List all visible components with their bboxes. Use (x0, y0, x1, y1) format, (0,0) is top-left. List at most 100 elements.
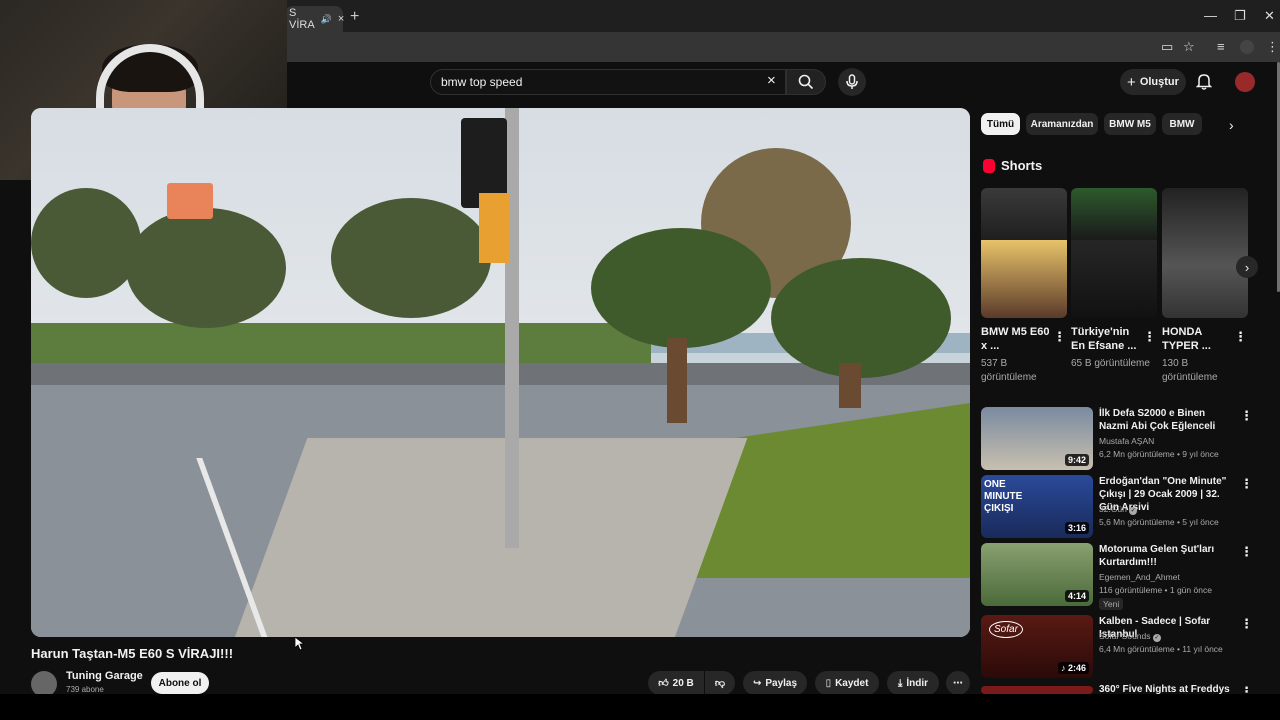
search-input[interactable]: bmw top speed (430, 69, 786, 95)
short-thumbnail[interactable] (1162, 188, 1248, 318)
duration-badge: 3:16 (1064, 522, 1089, 534)
related-menu-icon[interactable]: ⋮ (1240, 544, 1253, 560)
like-button[interactable]: 👍︎ 20 B (648, 671, 704, 695)
related-thumbnail[interactable]: 4:14 (981, 543, 1093, 606)
chip-from-search[interactable]: Aramanızdan (1026, 113, 1098, 135)
save-label: Kaydet (835, 677, 869, 689)
like-count: 20 B (672, 677, 694, 689)
window-close-icon[interactable]: ✕ (1264, 8, 1275, 24)
related-menu-icon[interactable]: ⋮ (1240, 476, 1253, 492)
video-scene-tree (31, 188, 141, 298)
related-meta: 6,4 Mn görüntüleme • 11 yıl önce (1099, 644, 1223, 654)
search-clear-icon[interactable]: × (767, 72, 776, 89)
shorts-title: Shorts (1001, 158, 1043, 173)
tab-title: S VİRA (289, 7, 315, 31)
short-title[interactable]: BMW M5 E60 x ... (981, 325, 1051, 353)
video-scene-palm-trunk (839, 363, 861, 408)
thumbnail-caption: ONE MINUTE ÇIKIŞI (984, 479, 1023, 514)
cast-icon[interactable]: ▭ (1161, 39, 1173, 55)
notifications-bell-icon[interactable] (1195, 72, 1213, 95)
chips-next-chevron-icon[interactable]: › (1229, 117, 1234, 133)
share-button[interactable]: ↪ Paylaş (743, 671, 807, 695)
related-meta: 6,2 Mn görüntüleme • 9 yıl önce (1099, 449, 1219, 459)
download-label: İndir (906, 677, 929, 689)
download-icon: ⤓ (897, 677, 903, 689)
share-label: Paylaş (765, 677, 798, 689)
duration-badge: 9:42 (1064, 454, 1089, 466)
duration-badge: 4:14 (1064, 590, 1089, 602)
bookmark-star-icon[interactable]: ☆ (1183, 39, 1195, 55)
short-thumbnail[interactable] (981, 188, 1067, 318)
short-title[interactable]: Türkiye'nin En Efsane ... (1071, 325, 1141, 353)
profile-icon[interactable] (1240, 40, 1254, 54)
shorts-header: Shorts (983, 158, 1042, 173)
related-title[interactable]: İlk Defa S2000 e Binen Nazmi Abi Çok Eğl… (1099, 407, 1234, 433)
chip-bmw-m5[interactable]: BMW M5 (1104, 113, 1156, 135)
video-scene-median (234, 438, 748, 637)
short-menu-icon[interactable]: ⋮ (1234, 329, 1247, 345)
mouse-cursor-icon (295, 637, 305, 651)
tab-audio-icon[interactable]: 🔊 (321, 14, 332, 25)
download-button[interactable]: ⤓ İndir (887, 671, 939, 695)
related-menu-icon[interactable]: ⋮ (1240, 616, 1253, 632)
restore-icon[interactable]: ❐ (1234, 8, 1246, 24)
video-scene-palm (591, 228, 771, 348)
short-menu-icon[interactable]: ⋮ (1143, 329, 1156, 345)
tab-close-icon[interactable]: × (338, 13, 344, 25)
search-button[interactable] (786, 69, 826, 95)
minimize-icon[interactable]: — (1204, 8, 1217, 23)
short-title[interactable]: HONDA TYPER ... (1162, 325, 1232, 353)
related-channel-name: 32.Gün (1099, 504, 1127, 514)
bookmark-icon: ▯ (825, 677, 832, 689)
related-channel[interactable]: Mustafa AŞAN (1099, 436, 1154, 446)
related-channel[interactable]: Sofar Sounds ✓ (1099, 631, 1161, 642)
short-menu-icon[interactable]: ⋮ (1053, 329, 1066, 345)
video-player[interactable] (31, 108, 970, 637)
subscribe-button[interactable]: Abone ol (151, 672, 209, 694)
create-button[interactable]: + Oluştur (1120, 69, 1186, 95)
create-label: Oluştur (1139, 76, 1179, 88)
browser-tab[interactable]: S VİRA 🔊 × (285, 6, 344, 32)
related-channel[interactable]: Egemen_And_Ahmet (1099, 572, 1180, 582)
shorts-next-chevron-icon[interactable]: › (1236, 256, 1258, 278)
duration-badge: ♪ 2:46 (1057, 662, 1089, 674)
screen-bottom-bar (0, 694, 1280, 720)
voice-search-button[interactable] (838, 68, 866, 96)
channel-name[interactable]: Tuning Garage (66, 670, 143, 682)
browser-menu-icon[interactable]: ⋮ (1266, 39, 1279, 55)
video-scene-palm (771, 258, 951, 378)
related-menu-icon[interactable]: ⋮ (1240, 408, 1253, 424)
related-thumbnail[interactable]: 9:42 (981, 407, 1093, 470)
search-icon (798, 74, 814, 90)
related-thumbnail[interactable]: Sofar ♪ 2:46 (981, 615, 1093, 678)
video-scene-tree (331, 198, 491, 318)
thumbs-down-icon: 👎︎ (714, 678, 726, 689)
chip-bmw[interactable]: BMW (1162, 113, 1202, 135)
video-scene-pole (505, 108, 519, 548)
more-horizontal-icon: ⋯ (953, 677, 963, 689)
chip-all[interactable]: Tümü (981, 113, 1020, 135)
video-title: Harun Taştan-M5 E60 S VİRAJI!!! (31, 646, 234, 661)
short-views: 130 B görüntüleme (1162, 358, 1218, 383)
verified-check-icon: ✓ (1129, 507, 1138, 515)
shorts-logo-icon (983, 158, 995, 173)
related-meta: 116 görüntüleme • 1 gün önce (1099, 585, 1212, 595)
new-badge: Yeni (1099, 598, 1124, 610)
dislike-button[interactable]: 👎︎ (705, 671, 735, 695)
more-actions-button[interactable]: ⋯ (946, 671, 970, 695)
account-avatar[interactable] (1235, 72, 1255, 92)
related-title[interactable]: Motoruma Gelen Şut'ları Kurtardım!!! (1099, 543, 1234, 569)
save-button[interactable]: ▯ Kaydet (815, 671, 879, 695)
microphone-icon (846, 74, 858, 89)
share-icon: ↪ (752, 677, 762, 689)
related-thumbnail[interactable] (981, 686, 1093, 694)
new-tab-button[interactable]: + (350, 8, 359, 26)
video-scene-sign (167, 183, 213, 219)
related-channel[interactable]: 32.Gün ✓ (1099, 504, 1138, 515)
short-thumbnail[interactable] (1071, 188, 1157, 318)
subscriber-count: 739 abone (66, 685, 104, 694)
media-control-icon[interactable]: ≡ (1217, 39, 1225, 54)
short-views: 537 B görüntüleme (981, 358, 1037, 383)
short-views: 65 B görüntüleme (1071, 358, 1150, 369)
related-thumbnail[interactable]: ONE MINUTE ÇIKIŞI 3:16 (981, 475, 1093, 538)
